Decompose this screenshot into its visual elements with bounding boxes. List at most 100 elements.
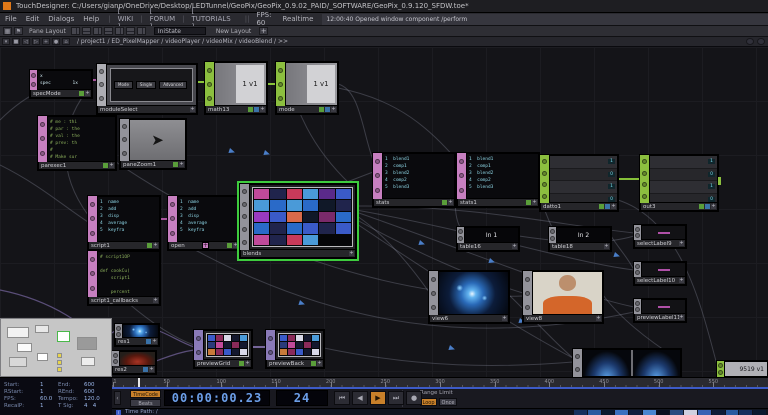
node-stats[interactable]: 1 blend1 2 comp1 3 blend2 4 comp2 5 blen… bbox=[373, 153, 455, 207]
stop-icon[interactable]: ■ bbox=[12, 38, 20, 45]
node-flag-icon[interactable] bbox=[550, 236, 555, 241]
node-flag-icon[interactable] bbox=[90, 257, 95, 262]
node-viewer[interactable]: In 2 bbox=[556, 227, 611, 243]
node-flag-icon[interactable] bbox=[207, 82, 212, 87]
node-flag-icon[interactable] bbox=[207, 96, 212, 101]
expand-button[interactable]: + bbox=[349, 251, 354, 256]
node-flag-icon[interactable] bbox=[542, 159, 547, 164]
node-viewer[interactable]: 1 v1 bbox=[214, 62, 267, 106]
node-flag-icon[interactable] bbox=[40, 151, 45, 156]
expand-button[interactable]: + bbox=[679, 315, 684, 320]
node-viewer[interactable] bbox=[641, 262, 686, 277]
node-flag-icon[interactable] bbox=[278, 96, 283, 101]
node-flag-icon[interactable] bbox=[196, 336, 201, 341]
expand-button[interactable]: + bbox=[512, 244, 517, 249]
expand-button[interactable]: + bbox=[233, 243, 238, 248]
time-path-icon[interactable]: / bbox=[116, 410, 121, 415]
node-flag-icon[interactable] bbox=[431, 305, 436, 310]
node-dualPreview[interactable] bbox=[573, 349, 681, 377]
pane-menu-icon[interactable]: ▾ bbox=[2, 38, 10, 45]
expand-button[interactable]: + bbox=[149, 367, 154, 372]
node-flag-icon[interactable] bbox=[525, 305, 530, 310]
node-selectLabel10[interactable]: selectLabel10+ bbox=[634, 262, 686, 285]
node-table18[interactable]: In 2table18+ bbox=[549, 227, 611, 251]
node-parexec1[interactable]: # me : thi # par : the # val : the # pre… bbox=[38, 116, 116, 170]
layout-preset-icon[interactable] bbox=[137, 27, 146, 35]
node-flag-icon[interactable] bbox=[375, 188, 380, 193]
node-flag-icon[interactable] bbox=[116, 326, 121, 331]
node-flag-icon[interactable] bbox=[458, 229, 463, 234]
node-viewer[interactable] bbox=[438, 271, 509, 315]
node-viewer[interactable] bbox=[641, 225, 686, 240]
breadcrumb[interactable]: / project1 / ED_PixelMapper / videoPlaye… bbox=[77, 38, 288, 45]
node-flag-icon[interactable] bbox=[575, 367, 580, 372]
expand-button[interactable]: + bbox=[179, 162, 184, 167]
node-previewLabel11[interactable]: previewLabel11+ bbox=[634, 299, 686, 322]
node-stats1[interactable]: 1 blend1 2 comp1 3 blend2 4 comp2 5 blen… bbox=[457, 153, 539, 207]
record-icon[interactable]: ● bbox=[52, 38, 60, 45]
node-flag-icon[interactable] bbox=[207, 68, 212, 73]
expand-button[interactable]: + bbox=[679, 241, 684, 246]
expand-button[interactable]: + bbox=[679, 278, 684, 283]
node-flag-icon[interactable] bbox=[242, 202, 247, 207]
node-flag-icon[interactable] bbox=[99, 69, 104, 74]
node-flag-icon[interactable] bbox=[40, 122, 45, 127]
node-viewer[interactable]: 1 blend1 2 comp1 3 blend2 4 comp2 5 blen… bbox=[466, 153, 539, 199]
node-selectLabel9[interactable]: selectLabel9+ bbox=[634, 225, 686, 248]
viewer-flag-icon[interactable] bbox=[103, 163, 108, 168]
expand-button[interactable]: + bbox=[317, 361, 322, 366]
layout-preset-icon[interactable] bbox=[82, 27, 91, 35]
node-viewer[interactable]: x spec 1x bbox=[37, 70, 92, 90]
node-label-strip[interactable]: table18+ bbox=[549, 243, 611, 251]
node-viewer[interactable] bbox=[203, 330, 252, 360]
timecode-mode-button[interactable]: TimeCode bbox=[130, 390, 161, 398]
viewer-flag-icon[interactable] bbox=[227, 243, 232, 248]
node-val9519[interactable]: 9519 v1 bbox=[717, 361, 768, 377]
expand-button[interactable]: + bbox=[85, 91, 90, 96]
viewer-flag-icon[interactable] bbox=[248, 107, 253, 112]
node-flag-icon[interactable] bbox=[459, 159, 464, 164]
node-viewer[interactable] bbox=[532, 271, 603, 315]
expand-button[interactable]: + bbox=[502, 316, 507, 321]
node-flag-icon[interactable] bbox=[268, 336, 273, 341]
record-button[interactable]: ● bbox=[406, 391, 422, 405]
node-view8[interactable]: view8+ bbox=[523, 271, 603, 323]
node-flag-icon[interactable] bbox=[642, 159, 647, 164]
node-flag-icon[interactable] bbox=[122, 137, 127, 142]
output-connector[interactable] bbox=[718, 177, 721, 185]
node-label-strip[interactable]: moduleSelect+ bbox=[97, 106, 197, 114]
node-flag-icon[interactable] bbox=[99, 82, 104, 87]
clone-flag-icon[interactable] bbox=[605, 204, 610, 209]
node-flag-icon[interactable] bbox=[31, 82, 36, 87]
node-viewer[interactable]: ➤ bbox=[129, 119, 186, 161]
node-flag-icon[interactable] bbox=[278, 68, 283, 73]
node-flag-icon[interactable] bbox=[90, 271, 95, 276]
viewer-flag-icon[interactable] bbox=[319, 107, 324, 112]
node-flag-icon[interactable] bbox=[642, 182, 647, 187]
clone-flag-icon[interactable] bbox=[705, 204, 710, 209]
add-icon[interactable]: + bbox=[42, 38, 50, 45]
node-flag-icon[interactable] bbox=[90, 216, 95, 221]
node-paneZoom1[interactable]: ➤paneZoom1+ bbox=[120, 119, 186, 169]
clone-flag-icon[interactable] bbox=[143, 367, 148, 372]
node-flag-icon[interactable] bbox=[40, 136, 45, 141]
node-script1[interactable]: 1 name 2 add 3 disp 4 average 5 keyfrasc… bbox=[88, 196, 160, 250]
realtime-toggle[interactable]: Realtime bbox=[283, 15, 314, 23]
node-flag-icon[interactable] bbox=[635, 307, 640, 312]
layout-preset-icon[interactable] bbox=[115, 27, 124, 35]
node-script1_callbacks[interactable]: # script1OP def cookCu( script1 percents… bbox=[88, 251, 160, 305]
viewer-flag-icon[interactable] bbox=[599, 204, 604, 209]
node-specMode[interactable]: x spec 1xspecMode+ bbox=[30, 70, 92, 98]
layout-state-field[interactable]: IniState bbox=[154, 27, 206, 35]
expand-button[interactable]: + bbox=[109, 163, 114, 168]
viewer-flag-icon[interactable] bbox=[699, 204, 704, 209]
node-viewer[interactable]: 1010 bbox=[549, 155, 618, 203]
viewer-flag-icon[interactable] bbox=[79, 91, 84, 96]
node-viewer[interactable]: In 1 bbox=[464, 227, 519, 243]
add-layout-button[interactable]: + bbox=[259, 27, 268, 35]
node-flag-icon[interactable] bbox=[278, 82, 283, 87]
menu-help[interactable]: Help bbox=[83, 15, 99, 23]
node-viewer[interactable] bbox=[119, 351, 156, 366]
node-flag-icon[interactable] bbox=[242, 214, 247, 219]
node-label-strip[interactable]: stats1+ bbox=[457, 199, 539, 207]
